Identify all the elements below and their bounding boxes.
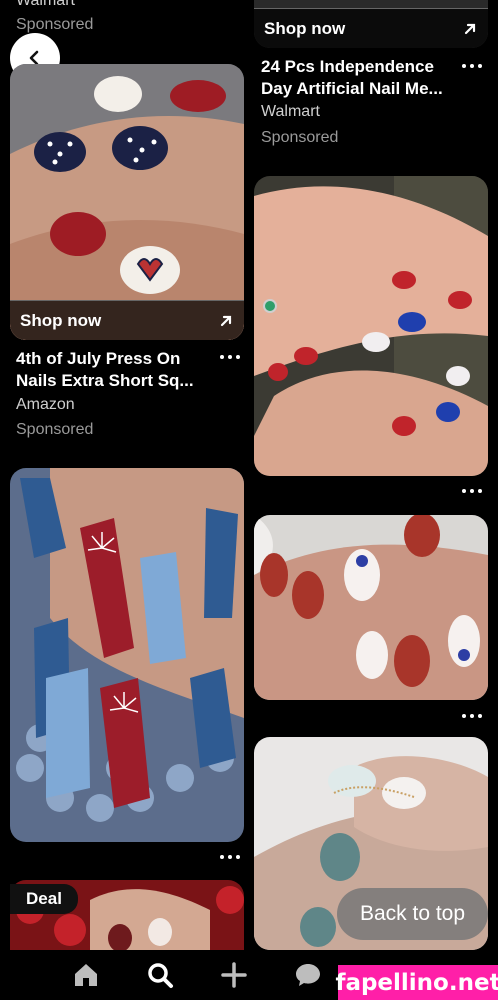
back-to-top-button[interactable]: Back to top: [337, 888, 488, 940]
watermark-label: fapellino.net: [335, 965, 498, 1000]
messages-icon[interactable]: [292, 959, 324, 991]
more-options-icon[interactable]: [220, 853, 240, 861]
left-pin1-image[interactable]: Shop now: [10, 64, 244, 340]
left-pin1-merchant[interactable]: Amazon: [16, 396, 75, 414]
right-pin0-sponsored: Sponsored: [261, 129, 339, 146]
search-icon[interactable]: [144, 959, 176, 991]
right-pin1-image[interactable]: [254, 176, 488, 476]
deal-badge: Deal: [10, 884, 78, 914]
more-options-icon[interactable]: [462, 487, 482, 495]
more-options-icon[interactable]: [462, 712, 482, 720]
top-sponsored-fragment: Sponsored: [16, 16, 94, 33]
left-pin1-shop-label: Shop now: [20, 310, 102, 330]
arrow-up-right-icon: [464, 23, 476, 34]
left-pin1-sponsored: Sponsored: [16, 421, 94, 438]
left-pin1-shop-bar[interactable]: Shop now: [10, 300, 244, 340]
left-pin2-image[interactable]: [10, 468, 244, 842]
top-merchant-fragment: Walmart: [16, 0, 75, 9]
create-icon[interactable]: [218, 959, 250, 991]
right-pin0-merchant[interactable]: Walmart: [261, 103, 320, 121]
right-pin0-shop-bar[interactable]: Shop now: [254, 8, 488, 48]
more-options-icon[interactable]: [220, 353, 240, 361]
arrow-up-right-icon: [220, 315, 232, 326]
right-pin0-shop-label: Shop now: [264, 18, 346, 38]
right-pin0-image[interactable]: Shop now: [254, 0, 488, 48]
left-pin1-title[interactable]: 4th of July Press On Nails Extra Short S…: [16, 348, 216, 392]
right-pin2-image[interactable]: [254, 515, 488, 700]
home-icon[interactable]: [70, 959, 102, 991]
more-options-icon[interactable]: [462, 62, 482, 70]
right-pin0-title[interactable]: 24 Pcs Independence Day Artificial Nail …: [261, 56, 461, 100]
